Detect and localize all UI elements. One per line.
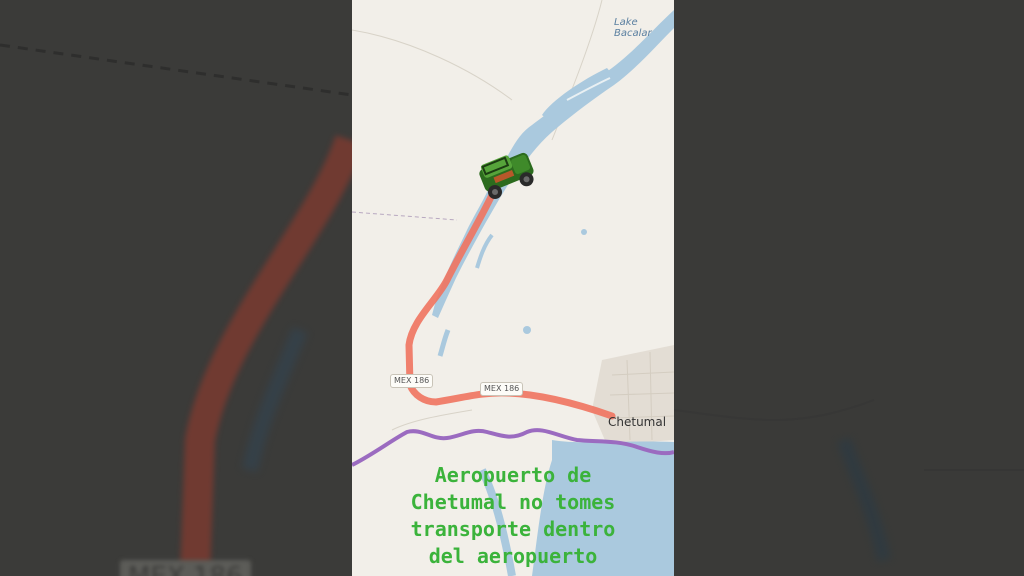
- blurred-background-right: [674, 0, 1024, 576]
- chetumal-label: Chetumal: [608, 415, 667, 429]
- blurred-road-shield: MEX 186: [120, 560, 251, 576]
- chetumal-urban-area: [592, 345, 674, 445]
- video-caption: Aeropuerto de Chetumal no tomes transpor…: [352, 462, 674, 570]
- blurred-background-left: MEX 186: [0, 0, 352, 576]
- road-shield-mex186-west: MEX 186: [390, 374, 434, 388]
- road-shield-mex186-east: MEX 186: [480, 382, 524, 396]
- blurred-map-left: [0, 0, 352, 576]
- map-view[interactable]: Lake Bacalar MEX 186 MEX 186 Chetumal Ae…: [352, 0, 674, 576]
- caption-line-4: del aeropuerto: [428, 544, 598, 568]
- jeep-icon: [479, 152, 534, 200]
- caption-line-1: Aeropuerto de: [434, 463, 592, 487]
- caption-line-3: transporte dentro: [410, 517, 616, 541]
- lake-bacalar-label: Lake Bacalar: [614, 17, 652, 39]
- caption-line-2: Chetumal no tomes: [410, 490, 616, 514]
- blurred-map-right: [674, 0, 1024, 576]
